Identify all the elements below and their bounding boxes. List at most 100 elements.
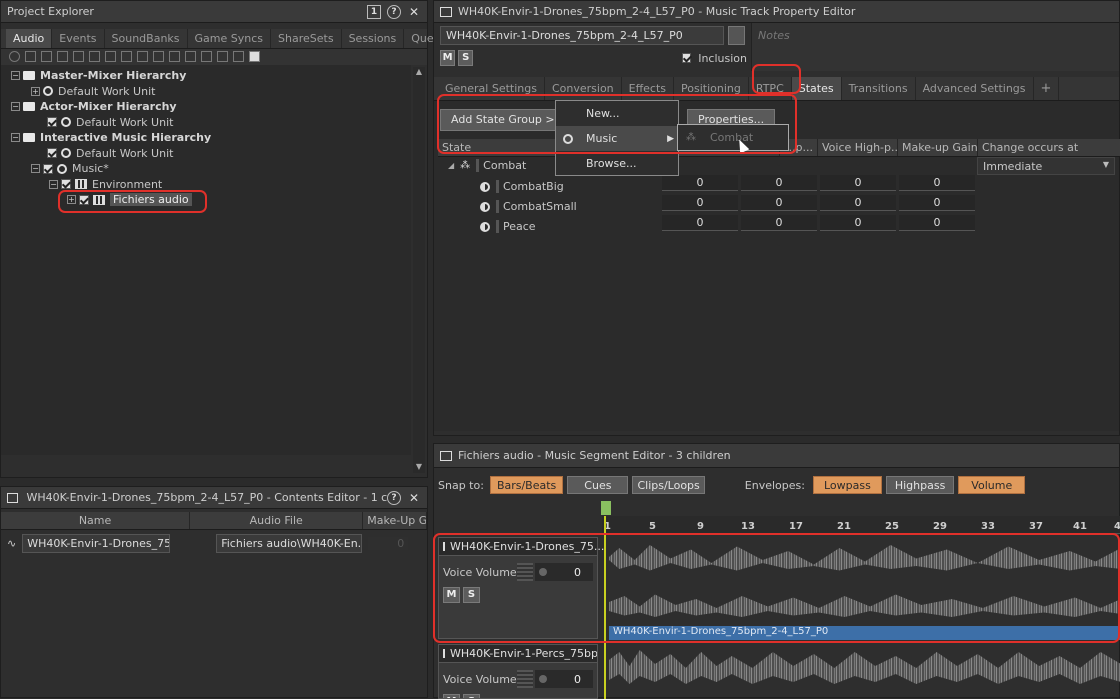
row-makeup[interactable]: 0	[368, 536, 409, 550]
audio-clip-label[interactable]: WH40K-Envir-1-Drones_75bpm_2-4_L57_P0	[609, 626, 1120, 640]
notes-field[interactable]: Notes	[751, 23, 1119, 71]
scroll-up-icon[interactable]: ▲	[413, 67, 425, 76]
track-header[interactable]: WH40K-Envir-1-Percs_75bp... Voice Volume…	[438, 644, 598, 699]
tab-transitions[interactable]: Transitions	[842, 77, 916, 100]
tab-states[interactable]: States	[791, 77, 842, 100]
toolbar-icon[interactable]	[57, 51, 68, 62]
explorer-scrollbar[interactable]: ▲ ▼	[413, 67, 425, 473]
toolbar-icon[interactable]	[89, 51, 100, 62]
tree-item[interactable]: − Music*	[11, 161, 411, 177]
toolbar-icon[interactable]	[217, 51, 228, 62]
name-options-icon[interactable]	[728, 26, 745, 45]
col-makeup-gain[interactable]: Make-Up Ga	[363, 512, 427, 529]
tab-add[interactable]: +	[1034, 77, 1060, 100]
include-checkbox[interactable]	[47, 148, 57, 159]
close-icon[interactable]: ✕	[407, 5, 421, 19]
timeline-ruler[interactable]: 1 5 9 13 17 21 25 29 33 37 41 4	[602, 516, 1120, 534]
toolbar-icon[interactable]	[185, 51, 196, 62]
toolbar-icon[interactable]	[249, 51, 260, 62]
row-name[interactable]: WH40K-Envir-1-Drones_75b	[22, 533, 171, 553]
tree-item[interactable]: Default Work Unit	[11, 115, 411, 131]
snap-clips-loops-button[interactable]: Clips/Loops	[632, 476, 705, 494]
toolbar-icon[interactable]	[105, 51, 116, 62]
tree-item-selected[interactable]: + Fichiers audio	[11, 192, 411, 208]
toolbar-icon[interactable]	[41, 51, 52, 62]
tree-item[interactable]: − Interactive Music Hierarchy	[11, 130, 411, 146]
snap-bars-beats-button[interactable]: Bars/Beats	[489, 476, 564, 494]
state-value[interactable]: 0	[820, 195, 896, 211]
col-change-occurs[interactable]: Change occurs at	[978, 139, 1120, 156]
state-row[interactable]: CombatBig	[480, 180, 564, 193]
tab-audio[interactable]: Audio	[6, 29, 53, 48]
change-occurs-dropdown[interactable]: Immediate ▼	[977, 157, 1115, 175]
state-group-row[interactable]: ◢ ⁂ Combat	[448, 159, 526, 172]
state-value[interactable]: 0	[820, 175, 896, 191]
col-makeup-gain[interactable]: Make-up Gain	[898, 139, 978, 156]
toolbar-icon[interactable]	[201, 51, 212, 62]
state-value[interactable]: 0	[662, 215, 738, 231]
solo-button[interactable]: S	[458, 50, 474, 66]
row-audio-file[interactable]: Fichiers audio\WH40K-En...	[216, 533, 363, 553]
state-value[interactable]: 0	[741, 215, 817, 231]
include-checkbox[interactable]	[47, 117, 57, 128]
tab-advanced-settings[interactable]: Advanced Settings	[916, 77, 1034, 100]
toolbar-icon[interactable]	[73, 51, 84, 62]
track-mute-button[interactable]: M	[443, 694, 460, 698]
track-header[interactable]: WH40K-Envir-1-Drones_75... Voice Volume …	[438, 537, 604, 639]
col-name[interactable]: Name	[1, 512, 191, 529]
include-checkbox[interactable]	[43, 163, 53, 174]
snap-cues-button[interactable]: Cues	[567, 476, 629, 494]
col-audio-file[interactable]: Audio File	[190, 512, 364, 529]
state-value[interactable]: 0	[820, 215, 896, 231]
tab-events[interactable]: Events	[52, 29, 105, 48]
envelope-highpass-button[interactable]: Highpass	[885, 476, 955, 494]
pin-icon[interactable]: 1	[367, 4, 381, 19]
toolbar-icon[interactable]	[169, 51, 180, 62]
include-checkbox[interactable]	[79, 194, 89, 205]
tab-positioning[interactable]: Positioning	[674, 77, 749, 100]
envelope-lowpass-button[interactable]: Lowpass	[812, 476, 882, 494]
help-icon[interactable]: ?	[387, 490, 401, 505]
envelope-volume-button[interactable]: Volume	[958, 476, 1026, 494]
state-value[interactable]: 0	[741, 195, 817, 211]
volume-field[interactable]: 0	[535, 670, 593, 688]
tree-item[interactable]: Default Work Unit	[11, 146, 411, 162]
toolbar-icon[interactable]	[9, 51, 20, 62]
state-value[interactable]: 0	[662, 195, 738, 211]
tree-item[interactable]: + Default Work Unit	[11, 84, 411, 100]
track-solo-button[interactable]: S	[463, 694, 480, 698]
toolbar-icon[interactable]	[25, 51, 36, 62]
toolbar-icon[interactable]	[233, 51, 244, 62]
include-checkbox[interactable]	[61, 179, 71, 190]
tab-soundbanks[interactable]: SoundBanks	[105, 29, 188, 48]
close-icon[interactable]: ✕	[407, 491, 421, 505]
scroll-down-icon[interactable]: ▼	[413, 462, 425, 471]
submenu-item-combat[interactable]: ⁂ Combat	[678, 125, 788, 150]
inclusion-checkbox[interactable]	[682, 53, 692, 63]
object-name-field[interactable]: WH40K-Envir-1-Drones_75bpm_2-4_L57_P0	[440, 26, 724, 45]
tab-sessions[interactable]: Sessions	[342, 29, 405, 48]
col-voice-highpass[interactable]: Voice High-p...	[818, 139, 898, 156]
state-value[interactable]: 0	[741, 175, 817, 191]
help-icon[interactable]: ?	[387, 4, 401, 19]
toolbar-icon[interactable]	[137, 51, 148, 62]
menu-item-browse[interactable]: Browse...	[556, 151, 678, 176]
tab-general-settings[interactable]: General Settings	[438, 77, 545, 100]
tree-item[interactable]: − Actor-Mixer Hierarchy	[11, 99, 411, 115]
volume-field[interactable]: 0	[535, 563, 593, 581]
track-solo-button[interactable]: S	[463, 587, 480, 603]
menu-item-new[interactable]: New...	[556, 101, 678, 126]
tree-item[interactable]: − Environment	[11, 177, 411, 193]
tree-item[interactable]: − Master-Mixer Hierarchy	[11, 68, 411, 84]
playhead-marker[interactable]	[601, 501, 611, 515]
state-row[interactable]: Peace	[480, 220, 536, 233]
tab-game-syncs[interactable]: Game Syncs	[188, 29, 272, 48]
volume-slider[interactable]	[517, 670, 533, 688]
toolbar-icon[interactable]	[153, 51, 164, 62]
state-row[interactable]: CombatSmall	[480, 200, 577, 213]
tab-effects[interactable]: Effects	[622, 77, 675, 100]
collapse-icon[interactable]: ◢	[448, 161, 454, 170]
menu-item-music[interactable]: Music ▶	[556, 126, 678, 151]
state-value[interactable]: 0	[899, 215, 975, 231]
contents-row[interactable]: ∿ WH40K-Envir-1-Drones_75b Fichiers audi…	[1, 530, 427, 556]
